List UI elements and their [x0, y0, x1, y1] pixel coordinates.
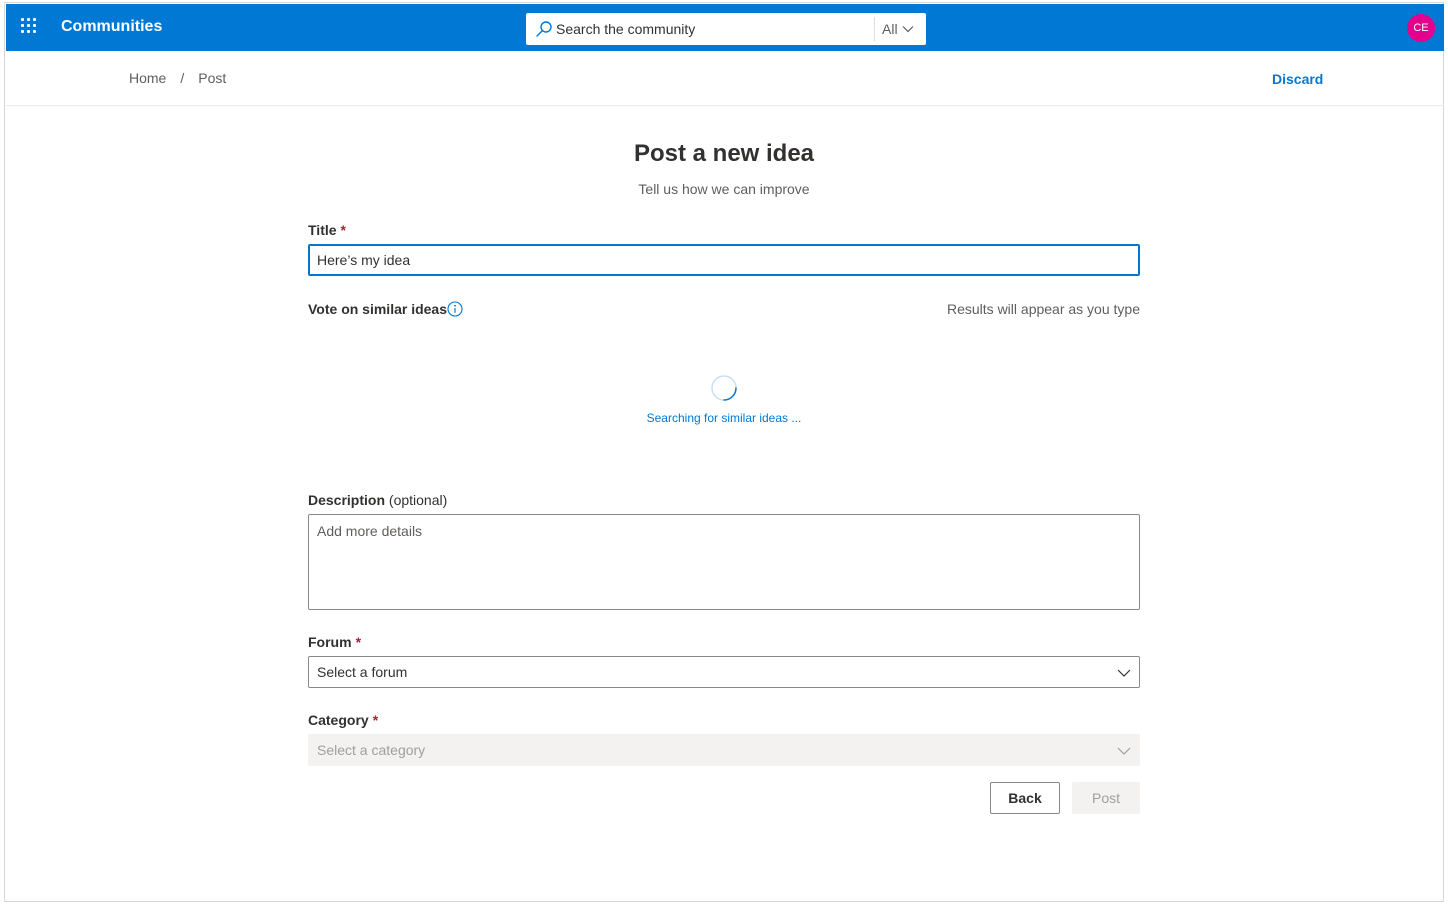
description-label: Description (optional)	[308, 492, 447, 508]
search-scope-label: All	[882, 21, 898, 37]
search-scope-dropdown[interactable]: All	[882, 13, 914, 45]
title-label-text: Title	[308, 222, 337, 238]
breadcrumb: Home / Post	[129, 70, 226, 86]
breadcrumb-current: Post	[198, 70, 227, 86]
back-button[interactable]: Back	[990, 782, 1060, 814]
sub-header: Home / Post Discard	[6, 51, 1444, 106]
category-label: Category *	[308, 712, 378, 728]
category-dropdown-value: Select a category	[317, 742, 426, 758]
app-launcher-icon[interactable]	[21, 18, 37, 34]
post-button: Post	[1072, 782, 1140, 814]
similar-ideas-hint: Results will appear as you type	[947, 301, 1140, 317]
chevron-down-icon	[1117, 747, 1131, 755]
avatar[interactable]: CE	[1407, 14, 1435, 42]
app-window: Communities All CE Home / Post Discard	[4, 2, 1444, 902]
description-label-text: Description	[308, 492, 386, 508]
category-label-text: Category	[308, 712, 369, 728]
search-box: All	[526, 13, 926, 45]
optional-marker: (optional)	[388, 492, 448, 508]
breadcrumb-separator: /	[180, 70, 185, 86]
title-input[interactable]	[308, 244, 1140, 276]
forum-label: Forum *	[308, 634, 361, 650]
page-title: Post a new idea	[633, 140, 815, 167]
app-title[interactable]: Communities	[61, 18, 162, 36]
search-icon	[536, 21, 552, 37]
search-input[interactable]	[556, 13, 872, 45]
title-label: Title *	[308, 222, 346, 238]
chevron-down-icon	[902, 26, 913, 33]
breadcrumb-home[interactable]: Home	[129, 70, 166, 86]
required-marker: *	[340, 222, 346, 238]
search-divider	[874, 17, 875, 41]
forum-dropdown-value: Select a forum	[317, 664, 408, 680]
category-dropdown: Select a category	[308, 734, 1140, 766]
required-marker: *	[355, 634, 362, 650]
forum-dropdown[interactable]: Select a forum	[308, 656, 1140, 688]
similar-ideas-label: Vote on similar ideas	[308, 301, 448, 317]
description-textarea[interactable]	[308, 514, 1140, 610]
searching-status: Searching for similar ideas ...	[646, 411, 802, 425]
discard-link[interactable]: Discard	[1272, 71, 1323, 87]
page-subtitle: Tell us how we can improve	[638, 181, 810, 197]
forum-label-text: Forum	[308, 634, 352, 650]
info-icon[interactable]	[447, 301, 463, 317]
required-marker: *	[372, 712, 379, 728]
top-navigation-bar: Communities All CE	[6, 4, 1444, 51]
loading-spinner-icon	[711, 375, 737, 401]
chevron-down-icon	[1117, 669, 1131, 677]
